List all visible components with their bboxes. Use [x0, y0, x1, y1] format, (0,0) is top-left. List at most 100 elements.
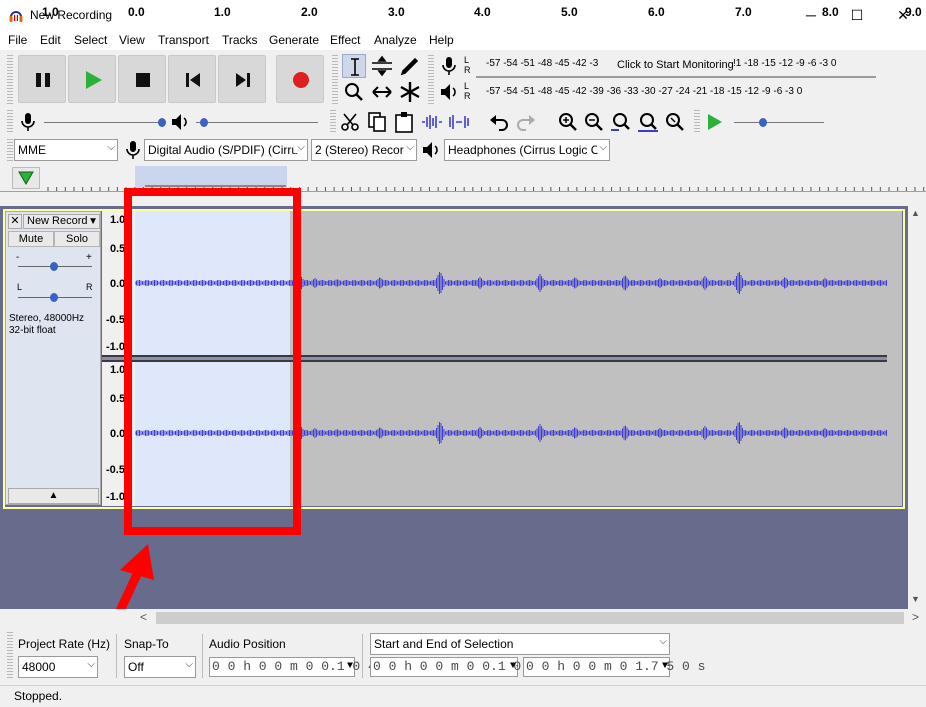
- menu-edit[interactable]: Edit: [40, 33, 61, 47]
- scroll-right-icon[interactable]: >: [912, 610, 919, 624]
- recording-volume-thumb[interactable]: [158, 118, 166, 127]
- dropdown-arrow-icon: ▼: [346, 661, 353, 672]
- toolbar-grip[interactable]: [7, 139, 13, 161]
- playback-volume-thumb[interactable]: [200, 118, 208, 127]
- record-button[interactable]: [276, 55, 324, 103]
- track-sample-format: 32-bit float: [9, 325, 56, 336]
- menu-help[interactable]: Help: [429, 33, 454, 47]
- track-name-menu[interactable]: New Record ▼: [23, 214, 100, 229]
- record-meter-prompt[interactable]: Click to Start Monitoring: [617, 59, 734, 83]
- toolbar-grip[interactable]: [428, 55, 434, 105]
- scroll-up-icon[interactable]: ▲: [911, 208, 920, 218]
- audio-host-select[interactable]: MME ⌵: [14, 139, 118, 161]
- zoom-out-button[interactable]: [582, 110, 606, 134]
- status-text: Stopped.: [14, 689, 63, 703]
- selection-start-field[interactable]: 0 0 h 0 0 m 0 0.1 0 4 s ▼: [370, 657, 552, 677]
- track-control-panel[interactable]: ✕ New Record ▼ Mute Solo - + L R Stereo, …: [5, 211, 101, 505]
- toolbar-separator: [202, 634, 203, 678]
- recording-device-icon: [121, 138, 145, 162]
- horizontal-scroll-thumb[interactable]: [156, 612, 904, 624]
- audio-position-field[interactable]: 0 0 h 0 0 m 0 0.1 0 4 s ▼: [209, 657, 391, 677]
- envelope-tool[interactable]: [370, 54, 394, 78]
- undo-icon: [490, 115, 508, 131]
- redo-button[interactable]: [514, 110, 538, 134]
- playback-meter-button[interactable]: [437, 80, 461, 104]
- zoom-tool[interactable]: [342, 80, 366, 104]
- playback-volume-slider[interactable]: [196, 122, 318, 123]
- microphone-icon: [442, 57, 456, 75]
- menu-bar: File Edit Select View Transport Tracks G…: [0, 30, 926, 50]
- copy-button[interactable]: [365, 110, 389, 134]
- horizontal-scrollbar[interactable]: < >: [0, 609, 926, 627]
- menu-effect[interactable]: Effect: [330, 33, 360, 47]
- track-name: New Record: [27, 215, 88, 227]
- toolbar-grip[interactable]: [7, 632, 13, 678]
- stop-icon: [136, 73, 150, 87]
- zoom-toggle-button[interactable]: [663, 110, 687, 134]
- skip-to-end-button[interactable]: [218, 55, 266, 103]
- ruler-tick: 7.0: [735, 5, 752, 19]
- recording-volume-icon: [16, 110, 40, 134]
- draw-tool[interactable]: [398, 54, 422, 78]
- trim-audio-button[interactable]: [420, 110, 444, 134]
- menu-tracks[interactable]: Tracks: [222, 33, 258, 47]
- mute-button[interactable]: Mute: [8, 231, 54, 247]
- playback-volume-icon: [168, 110, 192, 134]
- fit-project-button[interactable]: [636, 110, 660, 134]
- solo-button[interactable]: Solo: [54, 231, 100, 247]
- menu-select[interactable]: Select: [74, 33, 107, 47]
- scale-label: 1.0: [110, 364, 126, 376]
- pan-left-label: L: [17, 282, 23, 292]
- play-at-speed-button[interactable]: [702, 110, 726, 134]
- stop-button[interactable]: [118, 55, 166, 103]
- snap-to-select[interactable]: Off ⌵: [124, 656, 196, 678]
- maximize-button[interactable]: ☐: [834, 0, 880, 30]
- toolbar-grip[interactable]: [7, 110, 13, 134]
- cut-button[interactable]: [338, 110, 362, 134]
- pause-button[interactable]: [18, 55, 66, 103]
- undo-button[interactable]: [487, 110, 511, 134]
- ruler-tick: 0.0: [128, 5, 145, 19]
- vertical-scrollbar[interactable]: ▲ ▼: [908, 206, 926, 609]
- collapse-track-button[interactable]: ▲: [8, 488, 99, 504]
- play-icon: [708, 114, 722, 130]
- record-meter-button[interactable]: [437, 54, 461, 78]
- scale-label: -1.0: [106, 341, 125, 353]
- paste-button[interactable]: [392, 110, 416, 134]
- skip-to-start-button[interactable]: [168, 55, 216, 103]
- scroll-down-icon[interactable]: ▼: [911, 594, 920, 604]
- play-speed-thumb[interactable]: [759, 118, 767, 127]
- selection-end-field[interactable]: 0 0 h 0 0 m 0 1.7 5 0 s ▼: [523, 657, 705, 677]
- recording-device-select[interactable]: Digital Audio (S/PDIF) (Cirru ⌵: [144, 139, 308, 161]
- selection-mode-select[interactable]: Start and End of Selection ⌵: [370, 633, 670, 655]
- ruler-tick: 1.0: [214, 5, 231, 19]
- track-close-button[interactable]: ✕: [8, 214, 22, 229]
- selection-tool[interactable]: [342, 54, 366, 78]
- toolbar-grip[interactable]: [694, 110, 700, 134]
- menu-file[interactable]: File: [8, 33, 27, 47]
- ruler-tick: 3.0: [388, 5, 405, 19]
- multi-tool[interactable]: [398, 80, 422, 104]
- toolbar-grip[interactable]: [330, 110, 336, 134]
- zoom-in-button[interactable]: [556, 110, 580, 134]
- project-rate-select[interactable]: 48000 ⌵: [18, 656, 98, 678]
- status-bar: Stopped.: [0, 685, 926, 707]
- scroll-left-icon[interactable]: <: [140, 610, 147, 624]
- menu-transport[interactable]: Transport: [158, 33, 209, 47]
- silence-audio-button[interactable]: [447, 110, 471, 134]
- playback-device-select[interactable]: Headphones (Cirrus Logic C ⌵: [444, 139, 610, 161]
- recording-volume-slider[interactable]: [44, 122, 166, 123]
- recording-channels-select[interactable]: 2 (Stereo) Recor ⌵: [311, 139, 417, 161]
- toolbar-grip[interactable]: [332, 55, 338, 105]
- play-button[interactable]: [68, 55, 116, 103]
- time-shift-tool[interactable]: [370, 80, 394, 104]
- pan-slider-thumb[interactable]: [50, 293, 58, 302]
- menu-view[interactable]: View: [119, 33, 145, 47]
- toolbar-grip[interactable]: [7, 55, 13, 105]
- gain-slider-thumb[interactable]: [50, 262, 58, 271]
- fit-selection-button[interactable]: [609, 110, 633, 134]
- meter-divider: [476, 76, 876, 78]
- play-speed-slider[interactable]: [734, 122, 824, 123]
- menu-analyze[interactable]: Analyze: [374, 33, 417, 47]
- menu-generate[interactable]: Generate: [269, 33, 319, 47]
